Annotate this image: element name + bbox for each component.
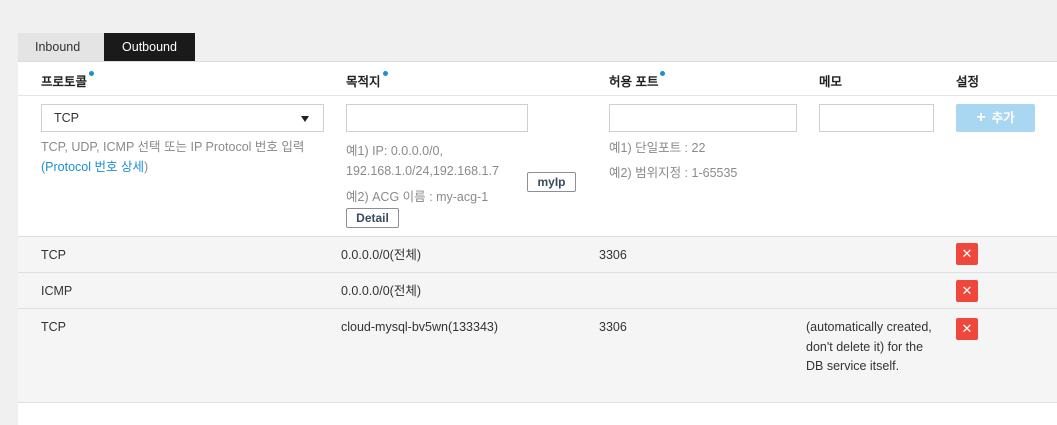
rule-protocol: TCP <box>41 320 66 334</box>
table-row: TCP cloud-mysql-bv5wn(133343) 3306 (auto… <box>18 309 1057 403</box>
rule-port: 3306 <box>599 320 627 334</box>
destination-hint-1-line2: 192.168.1.0/24,192.168.1.7 <box>346 164 499 178</box>
header-port-label: 허용 포트 <box>609 75 659 89</box>
rule-destination: cloud-mysql-bv5wn(133343) <box>341 320 499 334</box>
destination-hint-1: 예1) IP: 0.0.0.0/0, 192.168.1.0/24,192.16… <box>346 141 526 181</box>
protocol-hint-text: TCP, UDP, ICMP 선택 또는 IP Protocol 번호 입력 <box>41 140 305 154</box>
header-memo: 메모 <box>819 75 843 89</box>
port-hint-2: 예2) 범위지정 : 1-65535 <box>609 166 738 180</box>
protocol-select[interactable]: TCP <box>41 104 324 132</box>
protocol-select-value: TCP <box>54 111 79 125</box>
myip-button[interactable]: myIp <box>527 172 576 192</box>
add-rule-label: 추가 <box>991 111 1015 125</box>
table-row: TCP 0.0.0.0/0(전체) 3306 ✕ <box>18 237 1057 273</box>
header-protocol: 프로토콜 <box>41 71 95 90</box>
info-dot-icon[interactable] <box>382 71 388 76</box>
table-row: ICMP 0.0.0.0/0(전체) ✕ <box>18 273 1057 309</box>
delete-rule-button[interactable]: ✕ <box>956 318 978 340</box>
close-icon: ✕ <box>961 246 973 261</box>
close-icon: ✕ <box>961 321 973 336</box>
memo-input[interactable] <box>819 104 934 132</box>
rule-protocol: ICMP <box>41 284 73 298</box>
destination-input[interactable] <box>346 104 528 132</box>
header-destination: 목적지 <box>346 71 388 90</box>
protocol-link-paren: ) <box>143 160 149 174</box>
tab-inbound[interactable]: Inbound <box>18 33 104 61</box>
header-settings: 설정 <box>956 75 980 89</box>
rules-panel: 프로토콜 목적지 허용 포트 메모 설정 TCP TCP, UDP, ICMP … <box>18 61 1057 425</box>
header-destination-label: 목적지 <box>346 75 381 89</box>
caret-down-icon <box>301 116 309 122</box>
plus-icon: + <box>976 109 986 126</box>
new-rule-form: TCP TCP, UDP, ICMP 선택 또는 IP Protocol 번호 … <box>18 96 1057 237</box>
tab-outbound[interactable]: Outbound <box>104 33 195 61</box>
delete-rule-button[interactable]: ✕ <box>956 280 978 302</box>
add-rule-button[interactable]: + 추가 <box>956 104 1035 132</box>
protocol-hint: TCP, UDP, ICMP 선택 또는 IP Protocol 번호 입력 (… <box>41 137 341 177</box>
detail-button[interactable]: Detail <box>346 208 399 228</box>
delete-rule-button[interactable]: ✕ <box>956 243 978 265</box>
table-header: 프로토콜 목적지 허용 포트 메모 설정 <box>18 62 1057 96</box>
port-hint-1: 예1) 단일포트 : 22 <box>609 141 706 155</box>
rule-protocol: TCP <box>41 248 66 262</box>
rule-port: 3306 <box>599 248 627 262</box>
port-input[interactable] <box>609 104 797 132</box>
rule-memo: (automatically created, don't delete it)… <box>806 320 932 373</box>
tab-bar: Inbound Outbound <box>18 33 195 61</box>
header-protocol-label: 프로토콜 <box>41 75 88 89</box>
header-port: 허용 포트 <box>609 71 666 90</box>
destination-hint-2: 예2) ACG 이름 : my-acg-1 <box>346 190 489 204</box>
destination-hint-1-line1: 예1) IP: 0.0.0.0/0, <box>346 144 443 158</box>
info-dot-icon[interactable] <box>89 71 95 76</box>
protocol-number-link[interactable]: Protocol 번호 상세 <box>45 160 144 174</box>
info-dot-icon[interactable] <box>660 71 666 76</box>
close-icon: ✕ <box>961 283 973 298</box>
rule-destination: 0.0.0.0/0(전체) <box>341 248 421 262</box>
rule-destination: 0.0.0.0/0(전체) <box>341 284 421 298</box>
